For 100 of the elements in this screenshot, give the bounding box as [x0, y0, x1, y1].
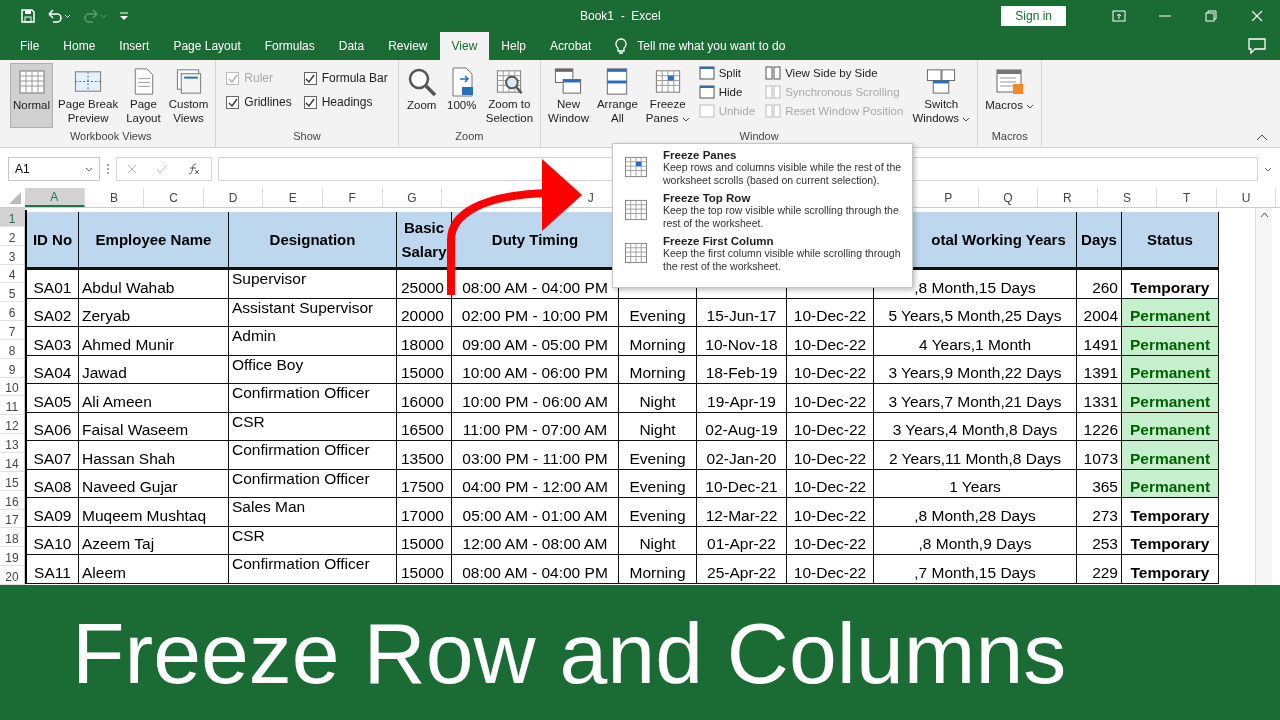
close-icon[interactable] — [1251, 10, 1263, 22]
ribbon-tab[interactable]: Review — [376, 32, 440, 60]
ribbon-tab[interactable]: Page Layout — [161, 32, 253, 60]
ribbon-button[interactable]: Switch Windows — [909, 63, 974, 128]
group-label: Zoom — [454, 130, 485, 144]
ribbon-button[interactable]: Zoom to Selection — [482, 63, 537, 128]
table-cell: 02:00 PM - 10:00 PM — [452, 298, 619, 327]
ribbon-button[interactable]: Normal — [10, 63, 54, 128]
sign-in-button[interactable]: Sign in — [1001, 6, 1066, 26]
ribbon-button[interactable]: Page Break Preview — [55, 63, 122, 128]
ribbon-tab[interactable]: Help — [489, 32, 538, 60]
table-cell: 15000 — [397, 355, 452, 384]
table-cell: 1 Years — [874, 469, 1077, 498]
table-cell: Admin — [229, 327, 397, 356]
ribbon-button[interactable]: Custom Views — [165, 63, 212, 128]
banner-title: Freeze Row and Columns — [72, 609, 1067, 696]
group-label: Workbook Views — [68, 130, 153, 144]
check-icon[interactable] — [156, 164, 168, 174]
table-cell: 15000 — [397, 555, 452, 584]
table-cell: Sales Man — [229, 498, 397, 527]
comment-icon[interactable] — [1248, 38, 1266, 54]
table-cell: Morning — [619, 355, 697, 384]
table-cell: 3 Years,7 Month,21 Days — [874, 384, 1077, 413]
check-icon — [227, 97, 238, 107]
table-cell: 17000 — [397, 498, 452, 527]
ribbon-button[interactable]: Page Layout — [123, 63, 164, 128]
table-cell: 229 — [1077, 555, 1122, 584]
scroll-up-icon[interactable] — [1259, 212, 1269, 218]
ribbon-tab[interactable]: View — [439, 32, 490, 60]
table-cell: 10-Dec-22 — [787, 441, 874, 470]
table-cell: Confirmation Officer — [229, 469, 397, 498]
ribbon-tab[interactable]: File — [8, 32, 52, 60]
ribbon-button[interactable]: 100% — [442, 63, 481, 128]
ribbon-button[interactable]: Arrange All — [593, 63, 641, 128]
table-cell: CSR — [229, 526, 397, 555]
status-cell: Permanent — [1122, 327, 1219, 356]
menu-item[interactable]: Freeze Panes Keep rows and columns visible while the rest of the worksheet scrolls (based on current selection). — [617, 147, 908, 189]
table-cell: Azeem Taj — [79, 526, 229, 555]
table-cell: 3 Years,4 Month,8 Days — [874, 412, 1077, 441]
ribbon-button[interactable]: View Side by Side — [765, 65, 904, 81]
table-cell: Abdul Wahab — [79, 270, 229, 299]
table-cell: SA11 — [27, 555, 79, 584]
restore-icon[interactable] — [1205, 10, 1217, 22]
table-cell: Ahmed Munir — [79, 327, 229, 356]
menu-item-title: Freeze Top Row — [663, 192, 752, 204]
hide-icon — [698, 85, 715, 99]
table-cell: ,8 Month,9 Days — [874, 526, 1077, 555]
ribbon-tab[interactable]: Acrobat — [538, 32, 604, 60]
column-header[interactable]: A — [25, 188, 85, 207]
column-heading: Basic Salary — [397, 212, 452, 270]
table-cell: Muqeem Mushtaq — [79, 498, 229, 527]
vertical-scrollbar[interactable] — [1255, 208, 1272, 585]
checkbox[interactable]: Headings — [303, 95, 388, 109]
table-cell: 1073 — [1077, 441, 1122, 470]
ribbon-tab[interactable]: Formulas — [252, 32, 327, 60]
grip-icon — [106, 163, 110, 175]
save-icon[interactable] — [20, 8, 36, 24]
table-cell: Confirmation Officer — [229, 555, 397, 584]
table-cell: 12:00 AM - 08:00 AM — [452, 526, 619, 555]
ribbon-button[interactable]: Freeze Panes — [642, 63, 693, 128]
tell-me-field[interactable]: Tell me what you want to do — [637, 39, 786, 53]
table-cell: Office Boy — [229, 355, 397, 384]
table-cell: Zeryab — [79, 298, 229, 327]
ribbon-button[interactable]: Split — [698, 65, 756, 81]
table-cell: 5 Years,5 Month,25 Days — [874, 298, 1077, 327]
function-icon[interactable] — [187, 162, 202, 176]
customize-icon[interactable] — [118, 10, 130, 22]
table-cell: 2004 — [1077, 298, 1122, 327]
name-box[interactable]: A1 — [8, 157, 100, 181]
table-cell: 1226 — [1077, 412, 1122, 441]
status-cell: Temporary — [1122, 498, 1219, 527]
undo-icon[interactable] — [46, 8, 72, 24]
table-cell: Supervisor — [229, 270, 397, 299]
table-cell: 10-Dec-22 — [787, 384, 874, 413]
checkbox[interactable]: Formula Bar — [303, 71, 388, 85]
ribbon-tab[interactable]: Home — [51, 32, 108, 60]
ribbon-tab[interactable]: Data — [326, 32, 377, 60]
ribbon-button[interactable]: Macros — [982, 63, 1038, 128]
ribbon-display-icon[interactable] — [1112, 10, 1126, 22]
menu-item-description: Keep rows and columns visible while the rest of the worksheet scrolls (based on current selection). — [663, 161, 903, 187]
table-cell: 273 — [1077, 498, 1122, 527]
table-cell: 08:00 AM - 04:00 PM — [452, 555, 619, 584]
unhide-icon — [698, 104, 715, 118]
table-cell: 10-Dec-22 — [787, 526, 874, 555]
row-header[interactable]: 1 — [0, 208, 24, 227]
group-label: Show — [292, 130, 322, 144]
table-cell: Morning — [619, 327, 697, 356]
column-heading: ID No — [27, 212, 79, 270]
table-cell: SA02 — [27, 298, 79, 327]
side-by-side-icon — [765, 66, 782, 80]
ribbon-button[interactable]: New Window — [545, 63, 592, 128]
table-cell: 02-Aug-19 — [697, 412, 787, 441]
table-cell: 09:00 AM - 05:00 PM — [452, 327, 619, 356]
collapse-icon[interactable] — [1256, 134, 1268, 141]
ribbon-button[interactable]: Zoom — [402, 63, 441, 128]
sync-scroll-icon — [765, 85, 782, 99]
ribbon-tab[interactable]: Insert — [107, 32, 162, 60]
ribbon-button[interactable]: Hide — [698, 84, 756, 100]
table-cell: 10-Dec-22 — [787, 555, 874, 584]
checkbox[interactable]: Gridlines — [226, 95, 292, 109]
